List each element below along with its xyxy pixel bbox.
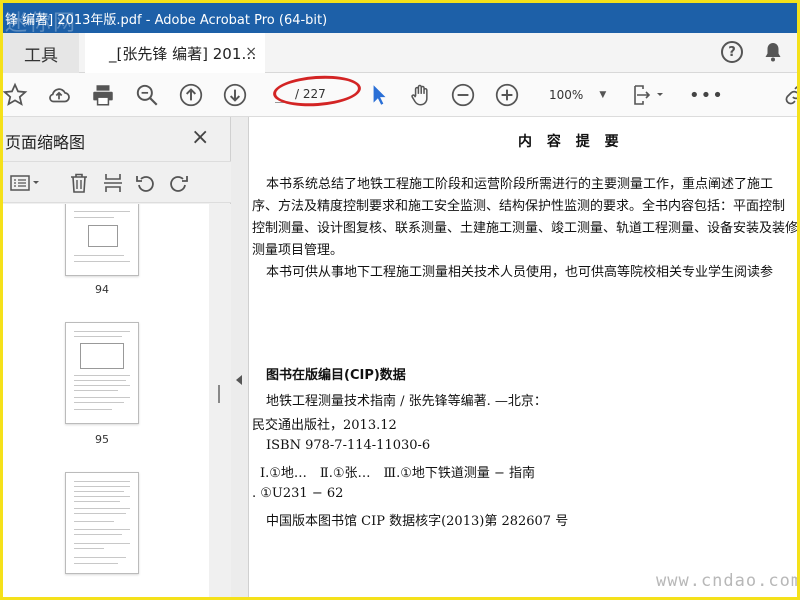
print-icon[interactable] — [89, 81, 117, 109]
text-line: 民交通出版社，2013.12 — [252, 418, 397, 433]
delete-page-icon[interactable] — [65, 170, 93, 196]
panel-splitter[interactable] — [218, 117, 249, 597]
thumbnail-toolbar — [3, 161, 231, 203]
text-line: 中国版本图书馆 CIP 数据核字(2013)第 282607 号 — [266, 514, 569, 529]
notification-bell-icon[interactable] — [761, 40, 785, 64]
thumbnail-list[interactable]: 94 95 — [3, 204, 209, 597]
text-line: Ⅰ.①地… Ⅱ.①张… Ⅲ.①地下铁道测量 − 指南 — [260, 466, 536, 481]
next-page-icon[interactable] — [221, 81, 249, 109]
zoom-in-icon[interactable] — [493, 81, 521, 109]
text-line: ISBN 978-7-114-11030-6 — [266, 438, 431, 453]
thumbnail-scrollbar[interactable] — [209, 204, 231, 597]
extract-page-icon[interactable] — [99, 170, 127, 196]
text-line: . ①U231 − 62 — [252, 486, 344, 501]
splitter-grip[interactable] — [218, 385, 220, 403]
acrobat-window: 迷你网 锋 编著] 2013年版.pdf - Adobe Acrobat Pro… — [3, 3, 797, 597]
rotate-right-icon[interactable] — [165, 170, 193, 196]
cip-heading: 图书在版编目(CIP)数据 — [266, 368, 406, 383]
title-bar: 迷你网 锋 编著] 2013年版.pdf - Adobe Acrobat Pro… — [3, 3, 797, 36]
window-title: 锋 编著] 2013年版.pdf - Adobe Acrobat Pro (64… — [5, 13, 328, 28]
thumbnail-options-icon[interactable] — [7, 170, 43, 196]
text-line: 本书系统总结了地铁工程施工阶段和运营阶段所需进行的主要测量工作，重点阐述了施工 — [266, 177, 774, 192]
help-icon[interactable]: ? — [721, 41, 743, 63]
text-line: 序、方法及精度控制要求和施工安全监测、结构保护性监测的要求。全书内容包括：平面控… — [252, 199, 786, 214]
close-tab-icon[interactable]: × — [245, 44, 257, 60]
tab-bar: 工具 _[张先锋 编著] 201… × ? — [3, 33, 797, 73]
text-line: 测量项目管理。 — [252, 243, 344, 258]
text-line: 地铁工程测量技术指南 / 张先锋等编著. —北京： — [266, 394, 547, 409]
bookmark-star-icon[interactable] — [3, 81, 29, 109]
tab-document-label: _[张先锋 编著] 201… — [109, 44, 257, 63]
rotate-left-icon[interactable] — [131, 170, 159, 196]
previous-page-icon[interactable] — [177, 81, 205, 109]
more-tools-icon[interactable]: ••• — [689, 85, 724, 106]
share-link-icon[interactable] — [781, 81, 797, 109]
main-toolbar: / 227 100% ▼ ••• — [3, 73, 797, 117]
panel-title: 页面缩略图 — [5, 133, 86, 152]
text-line: 控制测量、设计图复核、联系测量、土建施工测量、竣工测量、轨道工程测量、设备安装及… — [252, 221, 797, 236]
close-panel-icon[interactable]: × — [191, 125, 209, 150]
page-thumbnail[interactable] — [65, 204, 139, 276]
zoom-level-value: 100% — [549, 88, 584, 102]
zoom-search-icon[interactable] — [133, 81, 161, 109]
text-line: 本书可供从事地下工程施工测量相关技术人员使用，也可供高等院校相关专业学生阅读参 — [266, 265, 774, 280]
document-page: 内 容 提 要 本书系统总结了地铁工程施工阶段和运营阶段所需进行的主要测量工作，… — [250, 117, 797, 597]
chevron-down-icon: ▼ — [599, 90, 607, 100]
hand-tool-icon[interactable] — [407, 81, 435, 109]
site-watermark: www.cndao.com — [656, 571, 797, 591]
tab-document[interactable]: _[张先锋 编著] 201… × — [85, 33, 265, 73]
thumbnail-page-number: 95 — [95, 433, 109, 446]
page-thumbnail[interactable] — [65, 322, 139, 424]
page-thumbnails-panel: 页面缩略图 × 94 95 — [3, 117, 231, 597]
select-cursor-icon[interactable] — [365, 81, 393, 109]
zoom-out-icon[interactable] — [449, 81, 477, 109]
zoom-level-dropdown[interactable]: 100% ▼ — [539, 83, 609, 107]
thumbnail-page-number: 94 — [95, 283, 109, 296]
page-fit-icon[interactable] — [629, 81, 667, 109]
page-thumbnail[interactable] — [65, 472, 139, 574]
collapse-panel-arrow-icon[interactable] — [236, 375, 242, 385]
page-heading: 内 容 提 要 — [518, 134, 624, 150]
tab-tools[interactable]: 工具 — [3, 33, 79, 73]
cloud-upload-icon[interactable] — [45, 81, 73, 109]
